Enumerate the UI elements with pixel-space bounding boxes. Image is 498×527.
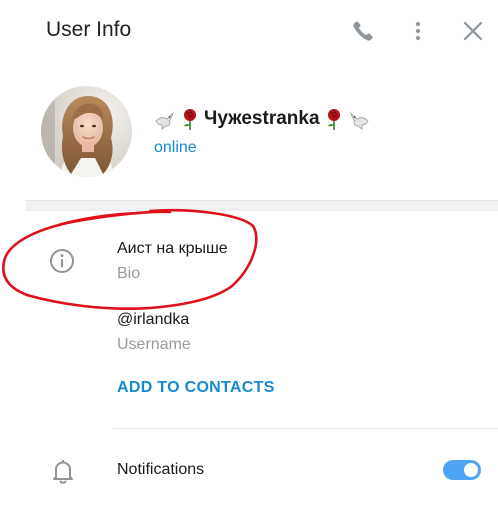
user-info-panel: User Info Чужеstranka online Аист на кры…: [0, 0, 498, 527]
bio-value: Аист на крыше: [117, 240, 228, 257]
close-icon: [463, 21, 483, 41]
divider: [113, 428, 498, 429]
phone-icon: [353, 21, 373, 41]
toggle-knob: [462, 461, 480, 479]
more-options-button[interactable]: [403, 16, 433, 46]
username-label: Username: [117, 336, 191, 353]
section-divider: [26, 200, 498, 211]
profile-name: Чужеstranka: [154, 107, 370, 131]
rose-emoji-icon: [323, 107, 345, 131]
profile-name-text: Чужеstranka: [204, 108, 320, 129]
avatar[interactable]: [41, 86, 132, 177]
notifications-toggle[interactable]: [443, 460, 481, 480]
info-icon: [48, 247, 76, 280]
notifications-label: Notifications: [117, 461, 205, 478]
bio-label: Bio: [117, 265, 141, 282]
add-to-contacts-button[interactable]: ADD TO CONTACTS: [117, 379, 275, 397]
dove-emoji-icon: [154, 107, 176, 131]
avatar-photo: [41, 86, 132, 177]
bell-icon: [50, 457, 76, 490]
page-title: User Info: [46, 18, 132, 41]
call-button[interactable]: [348, 16, 378, 46]
online-status: online: [154, 139, 197, 156]
rose-emoji-icon: [179, 107, 201, 131]
dove-emoji-icon: [348, 107, 370, 131]
close-button[interactable]: [458, 16, 488, 46]
more-vertical-icon: [415, 21, 421, 41]
username-value[interactable]: @irlandka: [117, 311, 189, 329]
